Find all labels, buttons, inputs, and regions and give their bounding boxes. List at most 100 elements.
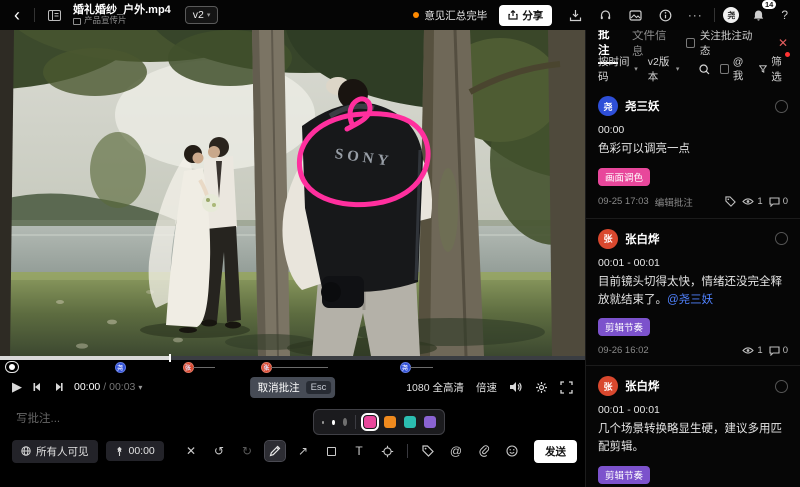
resolve-radio[interactable] [775, 232, 788, 245]
brush-color-swatch[interactable] [364, 416, 376, 428]
user-avatar[interactable]: 尧 [723, 7, 739, 23]
comment-mention[interactable]: @尧三妖 [667, 294, 713, 306]
cancel-annotation-label: 取消批注 [258, 380, 300, 395]
comments-sidebar: 批注 文件信息 关注批注动态 ✕ 按时间码 ▾ v2版本 ▾ @我 [585, 30, 800, 487]
comment-card[interactable]: 张 张白烨 00:01 - 00:01 目前镜头切得太快，情绪还没完全释放就结束… [586, 219, 800, 367]
project-subtitle: 产品宣传片 [73, 16, 171, 26]
crosshair-tool-icon[interactable] [377, 441, 397, 461]
chevron-down-icon: ▾ [634, 65, 638, 73]
comment-tag[interactable]: 画面调色 [598, 168, 650, 186]
undo-icon[interactable]: ↺ [209, 441, 229, 461]
follow-activity-checkbox[interactable]: 关注批注动态 [686, 30, 754, 58]
back-button[interactable]: ‹ [8, 6, 26, 24]
filter-button[interactable]: 筛选 [759, 54, 788, 84]
comment-views[interactable]: 1 [742, 196, 762, 207]
headset-icon[interactable] [594, 4, 616, 26]
media-icon[interactable] [624, 4, 646, 26]
comment-replies[interactable]: 0 [769, 196, 788, 207]
notification-badge: 14 [762, 0, 776, 9]
notifications-bell-icon[interactable]: 14 [747, 4, 769, 26]
pin-timecode-button[interactable]: 00:00 [106, 441, 164, 461]
previous-frame-button[interactable] [32, 382, 43, 392]
timeline-comment-marker[interactable]: 尧 [115, 361, 126, 373]
comment-list: 尧 尧三妖 00:00 色彩可以调亮一点 画面调色 09-25 17:03 编辑… [586, 86, 800, 487]
rectangle-tool-icon[interactable] [321, 441, 341, 461]
comment-timecode[interactable]: 00:00 [598, 124, 788, 136]
play-button[interactable]: ▶ [12, 379, 22, 395]
resolve-radio[interactable] [775, 100, 788, 113]
comment-views-count: 1 [757, 196, 762, 207]
eye-icon [742, 346, 754, 355]
info-icon[interactable] [654, 4, 676, 26]
cancel-annotation-button[interactable]: 取消批注 Esc [250, 377, 336, 398]
comment-card[interactable]: 尧 尧三妖 00:00 色彩可以调亮一点 画面调色 09-25 17:03 编辑… [586, 86, 800, 219]
brush-size-small[interactable] [322, 421, 324, 424]
mentions-me-filter[interactable]: @我 [720, 56, 749, 83]
resolve-radio[interactable] [775, 380, 788, 393]
share-button[interactable]: 分享 [499, 5, 552, 26]
brush-size-large[interactable] [343, 418, 348, 426]
brush-palette [313, 409, 445, 435]
download-icon[interactable] [564, 4, 586, 26]
brush-color-swatch[interactable] [424, 416, 436, 428]
settings-gear-icon[interactable] [535, 381, 548, 394]
timeline-comment-marker[interactable]: 尧 [400, 361, 411, 373]
comment-card[interactable]: 张 张白烨 00:01 - 00:01 几个场景转换略显生硬，建议多用匹配剪辑。… [586, 366, 800, 487]
status-dot [413, 12, 419, 18]
pin-icon [115, 446, 124, 457]
next-frame-button[interactable] [53, 382, 64, 392]
more-menu[interactable]: ··· [684, 4, 706, 26]
review-status[interactable]: 意见汇总完毕 [413, 8, 487, 23]
tag-icon[interactable] [418, 441, 438, 461]
emoji-icon[interactable] [502, 441, 522, 461]
chevron-down-icon: ▾ [138, 383, 142, 392]
comment-tag-icon[interactable] [725, 196, 736, 207]
follow-activity-label: 关注批注动态 [700, 30, 754, 58]
comment-replies[interactable]: 0 [769, 345, 788, 356]
volume-icon[interactable] [509, 381, 523, 393]
send-button[interactable]: 发送 [534, 440, 577, 463]
brush-color-swatch[interactable] [384, 416, 396, 428]
current-time: 00:00 [74, 381, 100, 393]
fullscreen-icon[interactable] [560, 381, 573, 394]
comment-timecode[interactable]: 00:01 - 00:01 [598, 404, 788, 416]
video-frame[interactable]: SONY [0, 30, 585, 356]
player-controls: ▶ 00:00 / 00:03 ▾ 取消批注 Esc 1080 全高清 倍速 [0, 374, 585, 400]
help-button[interactable]: ? [777, 8, 792, 22]
mention-icon[interactable]: @ [446, 441, 466, 461]
sort-label: 按时间码 [598, 54, 631, 84]
comment-avatar: 张 [598, 376, 618, 396]
time-display[interactable]: 00:00 / 00:03 ▾ [74, 381, 142, 393]
pen-tool-icon[interactable] [265, 441, 285, 461]
visibility-selector[interactable]: 所有人可见 [12, 440, 98, 463]
comment-timecode[interactable]: 00:01 - 00:01 [598, 257, 788, 269]
close-icon[interactable]: ✕ [181, 441, 201, 461]
playback-speed-selector[interactable]: 倍速 [476, 380, 497, 395]
redo-icon[interactable]: ↻ [237, 441, 257, 461]
comment-input[interactable]: 写批注... [16, 410, 569, 426]
share-icon [508, 10, 518, 20]
comment-tag[interactable]: 剪辑节奏 [598, 466, 650, 484]
search-icon[interactable] [699, 64, 710, 75]
close-sidebar-icon[interactable]: ✕ [778, 36, 788, 50]
sort-dropdown[interactable]: 按时间码 ▾ [598, 54, 638, 84]
attachment-icon[interactable] [474, 441, 494, 461]
esc-key-badge: Esc [306, 381, 332, 394]
collapse-panel-icon[interactable] [43, 4, 65, 26]
comment-views[interactable]: 1 [742, 345, 762, 356]
brush-color-swatch[interactable] [404, 416, 416, 428]
funnel-icon [759, 64, 767, 74]
arrow-tool-icon[interactable]: ↗ [293, 441, 313, 461]
version-dropdown[interactable]: v2 ▾ [185, 6, 219, 24]
timeline-comment-marker[interactable]: 张 [183, 361, 194, 373]
comment-views-count: 1 [757, 345, 762, 356]
timeline-current-marker[interactable] [5, 361, 19, 373]
quality-selector[interactable]: 1080 全高清 [406, 380, 464, 395]
text-tool-icon[interactable]: T [349, 441, 369, 461]
comment-avatar: 张 [598, 229, 618, 249]
comment-tag[interactable]: 剪辑节奏 [598, 318, 650, 336]
version-filter-dropdown[interactable]: v2版本 ▾ [648, 54, 680, 84]
share-label: 分享 [522, 8, 543, 23]
timeline-comment-marker[interactable]: 张 [261, 361, 272, 373]
brush-size-medium[interactable] [332, 420, 335, 425]
